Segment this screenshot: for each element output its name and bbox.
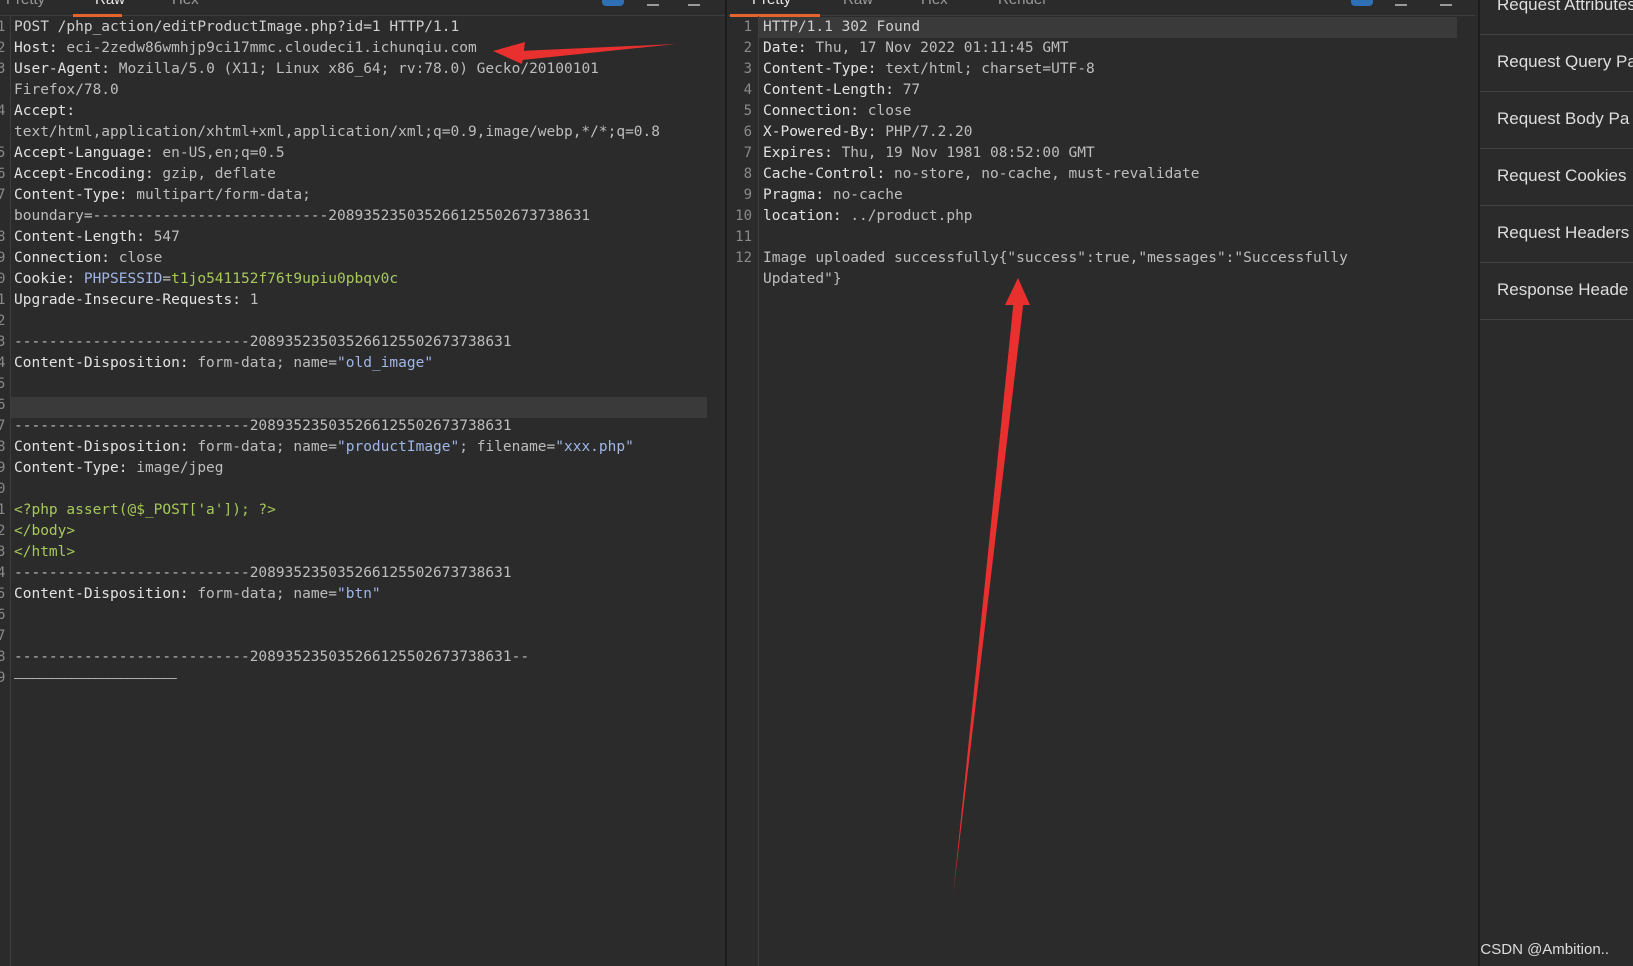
arrow-to-success — [953, 298, 1024, 896]
arrow-to-host-head — [493, 42, 525, 64]
arrow-to-success-head — [1005, 278, 1030, 305]
annotation-arrows — [493, 42, 1030, 896]
